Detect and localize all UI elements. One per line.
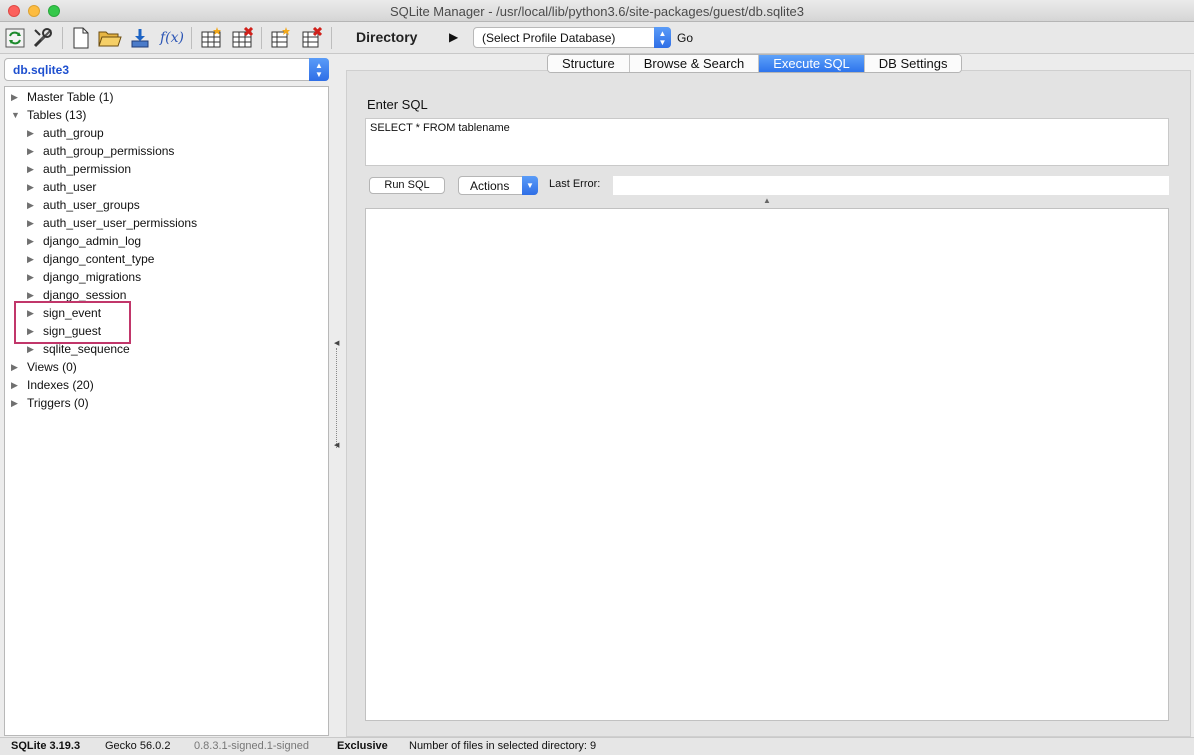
disclosure-collapsed-icon[interactable]: ▶ — [11, 376, 18, 394]
actions-label: Actions — [470, 179, 510, 193]
tree-item-label: auth_user — [43, 180, 97, 194]
tab-browse-search[interactable]: Browse & Search — [629, 55, 760, 72]
tab-db-settings[interactable]: DB Settings — [864, 55, 962, 72]
lock-mode: Exclusive — [337, 740, 388, 752]
results-grid[interactable] — [365, 208, 1169, 721]
sql-input[interactable] — [365, 118, 1169, 166]
actions-dropdown[interactable]: Actions ▼ — [458, 176, 538, 195]
tree-item-label: Master Table (1) — [27, 90, 114, 104]
database-select[interactable]: db.sqlite3 ▲ ▼ — [4, 58, 329, 81]
highlight-annotation — [14, 301, 131, 344]
drop-table-icon[interactable] — [229, 25, 255, 51]
disclosure-collapsed-icon[interactable]: ▶ — [11, 88, 18, 106]
disclosure-collapsed-icon[interactable]: ▶ — [11, 394, 18, 412]
tree-item-label: auth_permission — [43, 162, 132, 176]
database-select-value: db.sqlite3 — [13, 63, 70, 77]
tab-bar: Structure Browse & Search Execute SQL DB… — [547, 54, 963, 73]
enter-sql-label: Enter SQL — [367, 97, 428, 112]
toolbar-separator — [191, 27, 192, 49]
addon-version: 0.8.3.1-signed.1-signed — [194, 740, 309, 752]
reconnect-icon[interactable] — [2, 25, 28, 51]
create-index-icon[interactable] — [267, 25, 293, 51]
tree-item-label: auth_group — [43, 126, 104, 140]
gecko-version: Gecko 56.0.2 — [105, 740, 171, 752]
chevron-down-icon: ▼ — [522, 176, 538, 195]
import-icon[interactable] — [127, 25, 153, 51]
title-bar: SQLite Manager - /usr/local/lib/python3.… — [0, 0, 1194, 22]
toolbar-separator — [331, 27, 332, 49]
profile-database-select[interactable]: (Select Profile Database) ▲ ▼ — [473, 27, 671, 48]
create-table-icon[interactable] — [198, 25, 224, 51]
directory-label: Directory — [356, 29, 418, 45]
go-button[interactable]: Go — [677, 31, 693, 45]
disclosure-collapsed-icon[interactable]: ▶ — [11, 358, 18, 376]
new-database-icon[interactable] — [68, 25, 94, 51]
collapse-left-icon[interactable]: ◀ — [334, 441, 339, 449]
disclosure-expanded-icon[interactable]: ▼ — [11, 106, 20, 124]
tree-item-label: Triggers (0) — [27, 396, 89, 410]
play-icon[interactable]: ▶ — [449, 30, 458, 44]
disclosure-collapsed-icon[interactable]: ▶ — [27, 214, 34, 232]
tree-item-label: django_admin_log — [43, 234, 142, 248]
tree-item-label: Indexes (20) — [27, 378, 94, 392]
function-label: f(x) — [159, 30, 184, 46]
drop-index-icon[interactable] — [298, 25, 324, 51]
run-sql-button[interactable]: Run SQL — [369, 177, 445, 194]
tree-item-label: Tables (13) — [27, 108, 87, 122]
tab-execute-sql[interactable]: Execute SQL — [759, 55, 865, 72]
last-error-field[interactable] — [613, 176, 1169, 195]
disclosure-collapsed-icon[interactable]: ▶ — [27, 142, 34, 160]
pane-splitter[interactable]: ◀ ◀ — [331, 58, 341, 738]
function-icon[interactable]: f(x) — [158, 25, 186, 51]
resize-grip-icon[interactable]: ▲ — [763, 196, 771, 205]
open-database-icon[interactable] — [97, 25, 123, 51]
window-title: SQLite Manager - /usr/local/lib/python3.… — [389, 4, 805, 19]
tree-item-label: auth_user_groups — [43, 198, 140, 212]
splitter-grip — [336, 348, 337, 448]
disclosure-collapsed-icon[interactable]: ▶ — [27, 124, 34, 142]
toolbar: f(x) Directory ▶ (Select Profile Databas… — [0, 22, 1194, 54]
chevron-updown-icon: ▲ ▼ — [309, 58, 329, 81]
last-error-label: Last Error: — [549, 178, 601, 190]
files-info: Number of files in selected directory: 9 — [409, 740, 597, 752]
tree-item-label: Views (0) — [27, 360, 77, 374]
chevron-updown-icon: ▲ ▼ — [654, 27, 671, 48]
tree-item-label: django_migrations — [43, 270, 142, 284]
disclosure-collapsed-icon[interactable]: ▶ — [27, 232, 34, 250]
toolbar-separator — [62, 27, 63, 49]
tools-icon[interactable] — [30, 25, 56, 51]
sqlite-version: SQLite 3.19.3 — [11, 740, 81, 752]
disclosure-collapsed-icon[interactable]: ▶ — [27, 196, 34, 214]
profile-database-value: (Select Profile Database) — [482, 31, 616, 45]
tree-item-label: django_content_type — [43, 252, 155, 266]
schema-tree[interactable]: ▶ Master Table (1) ▼ Tables (13) ▶ auth_group… — [4, 86, 329, 736]
tab-structure[interactable]: Structure — [548, 55, 630, 72]
status-bar: SQLite 3.19.3 Gecko 56.0.2 0.8.3.1-signe… — [0, 737, 1194, 755]
tree-item-label: auth_user_user_permissions — [43, 216, 198, 230]
tree-item-label: auth_group_permissions — [43, 144, 175, 158]
disclosure-collapsed-icon[interactable]: ▶ — [27, 250, 34, 268]
disclosure-collapsed-icon[interactable]: ▶ — [27, 160, 34, 178]
collapse-left-icon[interactable]: ◀ — [334, 339, 339, 347]
disclosure-collapsed-icon[interactable]: ▶ — [27, 178, 34, 196]
disclosure-collapsed-icon[interactable]: ▶ — [27, 268, 34, 286]
toolbar-separator — [261, 27, 262, 49]
